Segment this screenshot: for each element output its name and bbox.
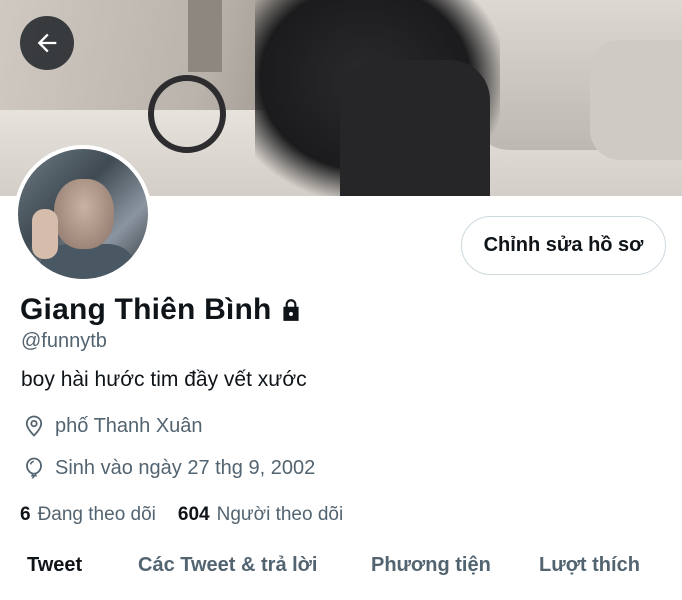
- avatar-face: [54, 179, 114, 249]
- tab-tweets-and-replies[interactable]: Các Tweet & trả lời: [138, 554, 317, 577]
- profile-tabs: Tweet Các Tweet & trả lời Phương tiện Lư…: [0, 548, 682, 600]
- followers-label: Người theo dõi: [216, 504, 344, 525]
- profile-location: phố Thanh Xuân: [22, 414, 203, 438]
- following-link[interactable]: 6 Đang theo dõi: [20, 504, 156, 526]
- balloon-icon: [26, 457, 42, 479]
- back-button[interactable]: [20, 16, 74, 70]
- avatar-hand: [32, 209, 58, 259]
- avatar[interactable]: [14, 145, 152, 283]
- following-count: 6: [20, 504, 31, 525]
- edit-profile-button[interactable]: Chỉnh sửa hồ sơ: [461, 216, 666, 275]
- lock-icon: [282, 299, 299, 321]
- profile-birthday-text: Sinh vào ngày 27 thg 9, 2002: [55, 456, 316, 479]
- profile-name: Giang Thiên Bình: [20, 293, 272, 326]
- tab-likes[interactable]: Lượt thích: [539, 554, 640, 577]
- banner-wheel: [148, 75, 226, 153]
- banner-person: [340, 60, 490, 196]
- banner-sofa-arm: [590, 40, 682, 160]
- arrow-left-icon: [37, 33, 57, 53]
- profile-bio: boy hài hước tim đầy vết xước: [21, 368, 307, 391]
- profile-location-text: phố Thanh Xuân: [55, 414, 203, 437]
- profile-handle: @funnytb: [21, 330, 107, 352]
- tab-media[interactable]: Phương tiện: [371, 554, 491, 577]
- location-pin-icon: [25, 415, 43, 437]
- follow-stats: 6 Đang theo dõi 604 Người theo dõi: [20, 504, 343, 526]
- tab-tweets[interactable]: Tweet: [27, 554, 82, 577]
- followers-count: 604: [177, 504, 210, 525]
- followers-link[interactable]: 604 Người theo dõi: [178, 504, 343, 526]
- profile-birthday: Sinh vào ngày 27 thg 9, 2002: [22, 456, 315, 480]
- profile-name-row: Giang Thiên Bình: [20, 293, 304, 327]
- following-label: Đang theo dõi: [37, 504, 156, 525]
- banner-leg: [188, 0, 222, 72]
